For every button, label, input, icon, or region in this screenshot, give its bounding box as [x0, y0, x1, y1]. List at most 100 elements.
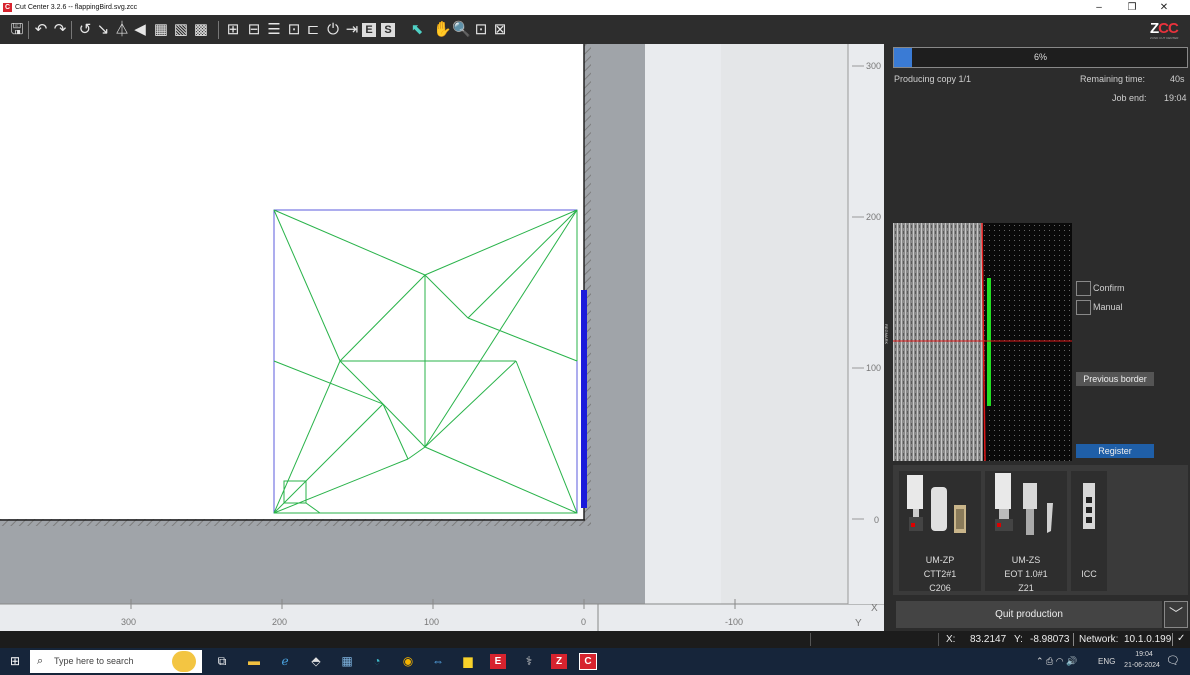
rotate-small-icon[interactable]: ↘ — [94, 21, 112, 39]
edit-nest-icon[interactable]: ▧ — [172, 21, 190, 39]
import-icon[interactable]: ⇥ — [343, 21, 361, 39]
edge-icon[interactable]: ◔ — [369, 654, 385, 669]
ruler-y-label: 300 — [866, 61, 882, 71]
save-icon[interactable]: 🖫 — [8, 21, 26, 39]
um-zs-tool-icon — [995, 473, 1053, 535]
ruler-x-label: 100 — [424, 617, 440, 627]
hand-icon[interactable]: ✋ — [433, 21, 452, 39]
nest-icon[interactable]: ▦ — [152, 21, 170, 39]
y-coord-value: -8.98073 — [1030, 634, 1070, 645]
calculator-icon[interactable]: ▦ — [339, 654, 355, 669]
file-explorer-icon[interactable]: ▬ — [246, 654, 262, 669]
progress-bar: 6% — [893, 47, 1188, 68]
close-button[interactable]: ✕ — [1153, 1, 1175, 14]
zcc-logo-z: Z — [1150, 20, 1159, 37]
ruler-x-label: 200 — [272, 617, 288, 627]
status-bar: X: 83.2147 Y: -8.98073 Network: 10.1.0.1… — [0, 631, 1190, 648]
manual-checkbox[interactable] — [1076, 300, 1091, 315]
confirm-checkbox[interactable] — [1076, 281, 1091, 296]
previous-border-button[interactable]: Previous border — [1076, 372, 1154, 386]
tool-slot[interactable]: UM-ZS EOT 1.0#1 Z21 — [985, 471, 1067, 593]
undo-icon[interactable]: ↶ — [32, 21, 50, 39]
cut-canvas[interactable]: 300 200 100 0 -100 300 200 100 0 X Y — [0, 44, 884, 631]
material-sheet — [0, 44, 584, 519]
table-light-strip — [645, 44, 721, 604]
ruler-x-label: 300 — [121, 617, 137, 627]
current-cut-marker — [581, 290, 587, 508]
camera-side-label: REGMARK — [884, 324, 889, 345]
ruler-y-label: 0 — [874, 515, 880, 525]
e-app-icon[interactable]: E — [490, 654, 506, 669]
network-value: 10.1.0.199 — [1124, 634, 1172, 645]
zoom-fit-icon[interactable]: ⊡ — [472, 21, 490, 39]
sticky-notes-icon[interactable]: ▆ — [460, 654, 476, 669]
pointer-icon[interactable]: ⬉ — [408, 21, 426, 39]
tile-icon[interactable]: ⊏ — [304, 21, 322, 39]
camera-view[interactable] — [893, 223, 1072, 461]
title-bar: C Cut Center 3.2.6 -- flappingBird.svg.z… — [0, 0, 1190, 15]
delete-nest-icon[interactable]: ▩ — [192, 21, 210, 39]
s-icon[interactable]: S — [381, 23, 395, 37]
search-icon: ⌕ — [37, 655, 44, 667]
remaining-time-label: Remaining time: — [1080, 74, 1146, 84]
search-highlight-icon — [172, 651, 196, 672]
task-view-icon[interactable]: ⧉ — [214, 654, 230, 669]
tool-slot[interactable]: UM-ZP CTT2#1 C206 — [899, 471, 981, 593]
zoom-page-icon[interactable]: ⊠ — [491, 21, 509, 39]
e-icon[interactable]: E — [362, 23, 376, 37]
remaining-time-value: 40s — [1170, 74, 1185, 84]
zcc-logo-cc: CC — [1158, 20, 1179, 37]
chevron-down-icon[interactable]: ﹀ — [1164, 601, 1188, 628]
search-placeholder: Type here to search — [54, 656, 134, 666]
tool-app-icon[interactable]: ⚕ — [521, 654, 537, 669]
fit-page-icon[interactable]: ⊡ — [285, 21, 303, 39]
quit-production-button[interactable]: Quit production — [896, 601, 1162, 628]
canvas-svg — [0, 44, 884, 631]
windows-start-icon[interactable]: ⊞ — [7, 654, 23, 669]
clock-time[interactable]: 19:04 — [1127, 651, 1161, 658]
windows-taskbar: ⊞ ⌕ Type here to search ⧉ ▬ ℯ ⬘ ▦ ◔ ◉ ⇔ … — [0, 648, 1190, 675]
y-axis-label: Y — [855, 618, 862, 629]
teamviewer-icon[interactable]: ⇔ — [430, 654, 446, 669]
y-coord-label: Y: — [1014, 634, 1023, 645]
ruler-x-label: -100 — [725, 617, 744, 627]
notification-icon[interactable]: 🗨 — [1165, 654, 1181, 669]
flip-icon[interactable]: ◀ — [131, 21, 149, 39]
progress-text: 6% — [1033, 52, 1047, 62]
align-icon[interactable]: ⊟ — [245, 21, 263, 39]
manual-label: Manual — [1093, 302, 1123, 312]
x-coord-value: 83.2147 — [970, 634, 1007, 645]
tool-slot[interactable]: ICC — [1071, 471, 1107, 591]
confirm-label: Confirm — [1093, 283, 1125, 293]
x-coord-label: X: — [946, 634, 956, 645]
app-icon-store[interactable]: ⬘ — [308, 654, 324, 669]
minimize-button[interactable]: – — [1088, 1, 1110, 14]
distribute-icon[interactable]: ☰ — [265, 21, 283, 39]
cut-center-app-icon[interactable]: C — [579, 653, 597, 670]
window-title: Cut Center 3.2.6 -- flappingBird.svg.zcc — [15, 4, 138, 11]
chrome-icon[interactable]: ◉ — [400, 654, 416, 669]
check-icon: ✓ — [1177, 633, 1186, 644]
maximize-button[interactable]: ❐ — [1121, 1, 1143, 14]
mirror-icon[interactable]: ⏃ — [113, 21, 131, 39]
app-icon: C — [3, 3, 12, 12]
edge-legacy-icon[interactable]: ℯ — [277, 654, 293, 669]
power-icon[interactable]: ⏻ — [324, 21, 342, 39]
toolbar: 🖫 ↶ ↷ ↺ ↘ ⏃ ◀ ▦ ▧ ▩ ⊞ ⊟ ☰ ⊡ ⊏ ⏻ ⇥ E S ⬉ … — [0, 15, 1190, 44]
input-language[interactable]: ENG — [1098, 657, 1115, 666]
layout-icon[interactable]: ⊞ — [224, 21, 242, 39]
taskbar-search-box[interactable]: ⌕ Type here to search — [30, 650, 202, 673]
tool-name: UM-ZS — [1011, 555, 1041, 565]
rotate-icon[interactable]: ↺ — [76, 21, 94, 39]
zoom-icon[interactable]: 🔍 — [452, 21, 471, 39]
tool-name: UM-ZP — [925, 555, 955, 565]
tray-icons[interactable]: ⌃ ⎙ ◠ 🔊 — [1036, 656, 1077, 667]
ruler-x-label: 0 — [581, 617, 587, 627]
zund-app-icon[interactable]: Z — [551, 654, 567, 669]
toolbar-separator — [28, 21, 29, 39]
tool-code: Z21 — [1018, 583, 1034, 593]
clock-date[interactable]: 21-06-2024 — [1118, 662, 1166, 669]
production-panel: 6% Producing copy 1/1 Remaining time: 40… — [884, 44, 1190, 631]
redo-icon[interactable]: ↷ — [51, 21, 69, 39]
register-button[interactable]: Register — [1076, 444, 1154, 458]
